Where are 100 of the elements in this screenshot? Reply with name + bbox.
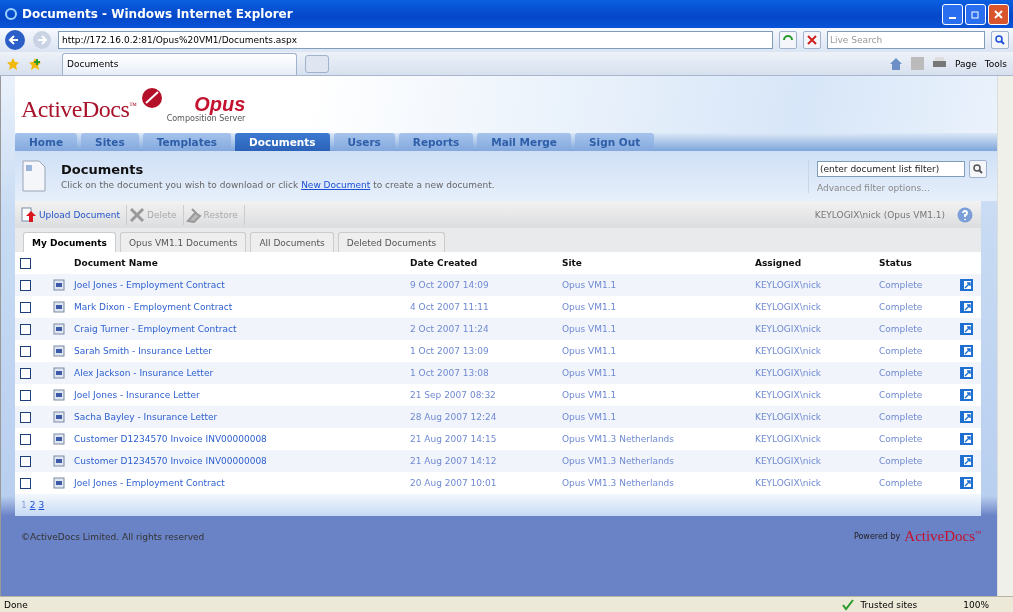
help-icon[interactable]: [957, 206, 973, 223]
open-document-icon[interactable]: [960, 411, 973, 423]
minimize-icon: [949, 17, 956, 19]
scrollbar[interactable]: [997, 76, 1013, 596]
nav-tab[interactable]: Sites: [81, 133, 139, 151]
nav-tab[interactable]: Mail Merge: [477, 133, 571, 151]
document-icon: [53, 389, 65, 401]
date-cell-text: 1 Oct 2007 13:09: [410, 346, 490, 356]
upload-icon: [21, 206, 37, 223]
assigned-cell-text: KEYLOGIX\nick: [755, 478, 823, 488]
command-menu[interactable]: Tools: [984, 58, 1007, 69]
site-cell-text: Opus VM1.3 Netherlands: [562, 478, 675, 488]
nav-tab[interactable]: Sign Out: [575, 133, 655, 151]
document-link[interactable]: Sarah Smith - Insurance Letter: [74, 346, 410, 356]
refresh-button[interactable]: [779, 31, 797, 49]
row-checkbox[interactable]: [20, 455, 31, 467]
zoom-level[interactable]: 100%: [963, 599, 989, 610]
browser-icon: [4, 7, 18, 21]
nav-tab[interactable]: Templates: [142, 133, 232, 151]
assigned-cell-text: KEYLOGIX\nick: [755, 412, 823, 422]
document-link[interactable]: Customer D1234570 Invoice INV00000008: [74, 456, 410, 466]
assigned-cell-text: KEYLOGIX\nick: [755, 324, 823, 334]
document-tab[interactable]: All Documents: [250, 232, 334, 252]
nav-tab[interactable]: Reports: [398, 133, 474, 151]
page-link[interactable]: 2: [29, 500, 36, 510]
document-link[interactable]: Mark Dixon - Employment Contract: [74, 302, 410, 312]
open-document-icon[interactable]: [960, 389, 973, 401]
document-icon: [53, 301, 65, 313]
document-link[interactable]: Joel Jones - Employment Contract: [74, 280, 410, 290]
product-subtitle: Composition Server: [166, 114, 246, 123]
search-button[interactable]: [969, 159, 987, 178]
document-tab[interactable]: Deleted Documents: [337, 232, 446, 252]
open-document-icon[interactable]: [960, 367, 973, 379]
document-link[interactable]: Craig Turner - Employment Contract: [74, 324, 410, 334]
nav-tab[interactable]: Home: [15, 133, 78, 151]
document-link[interactable]: Customer D1234570 Invoice INV00000008: [74, 434, 410, 444]
assigned-cell-text: KEYLOGIX\nick: [755, 302, 823, 312]
open-document-icon[interactable]: [960, 455, 973, 467]
address-field[interactable]: http://172.16.0.2:81/Opus%20VM1/Documents.aspx: [58, 31, 773, 49]
search-field[interactable]: Live Search: [827, 31, 985, 49]
open-document-icon[interactable]: [960, 433, 973, 445]
document-icon: [53, 323, 65, 335]
nav-tab[interactable]: Users: [333, 133, 395, 151]
close-button[interactable]: [988, 3, 1009, 25]
print-icon[interactable]: [932, 57, 948, 70]
filter-field[interactable]: (enter document list filter): [817, 160, 965, 177]
row-checkbox[interactable]: [20, 411, 31, 423]
site-cell-text: Opus VM1.1: [562, 390, 618, 400]
document-link[interactable]: Alex Jackson - Insurance Letter: [74, 368, 410, 378]
open-document-icon[interactable]: [960, 279, 973, 291]
site-cell-text: Opus VM1.3 Netherlands: [562, 456, 675, 466]
document-icon: [53, 367, 65, 379]
row-checkbox[interactable]: [20, 279, 31, 291]
row-checkbox[interactable]: [20, 323, 31, 335]
open-document-icon[interactable]: [960, 301, 973, 313]
browser-tab[interactable]: Documents: [62, 52, 297, 75]
document-tab[interactable]: My Documents: [23, 232, 116, 252]
favorites-star-icon[interactable]: [6, 56, 20, 71]
document-icon: [53, 411, 65, 423]
document-link[interactable]: Joel Jones - Insurance Letter: [74, 390, 410, 400]
open-document-icon[interactable]: [960, 323, 973, 335]
row-checkbox[interactable]: [20, 433, 31, 445]
site-cell-text: Opus VM1.1: [562, 302, 618, 312]
status-cell-text: Complete: [879, 346, 924, 356]
copyright-text: ©ActiveDocs Limited. All rights reserved: [21, 531, 205, 542]
column-header: Assigned: [755, 258, 803, 268]
row-checkbox[interactable]: [20, 301, 31, 313]
status-cell-text: Complete: [879, 412, 924, 422]
status-cell-text: Complete: [879, 434, 924, 444]
command-menu[interactable]: Page: [955, 58, 977, 69]
row-checkbox[interactable]: [20, 367, 31, 379]
search-button[interactable]: [991, 31, 1009, 49]
row-checkbox[interactable]: [20, 389, 31, 401]
date-cell-text: 21 Aug 2007 14:12: [410, 456, 498, 466]
date-cell-text: 21 Aug 2007 14:15: [410, 434, 498, 444]
toolbar-button[interactable]: Upload Document: [19, 204, 128, 225]
back-icon[interactable]: [4, 29, 26, 51]
restore-button[interactable]: [965, 3, 986, 25]
document-icon: [53, 279, 65, 291]
home-icon[interactable]: [889, 56, 904, 71]
advanced-filter-link[interactable]: Advanced filter options...: [817, 182, 987, 193]
row-checkbox[interactable]: [20, 477, 31, 489]
document-link[interactable]: Joel Jones - Employment Contract: [74, 478, 410, 488]
minimize-button[interactable]: [942, 3, 963, 25]
stop-button[interactable]: [803, 31, 821, 49]
document-link[interactable]: Sacha Bayley - Insurance Letter: [74, 412, 410, 422]
column-header: Document Name: [74, 258, 159, 268]
document-tab[interactable]: Opus VM1.1 Documents: [119, 232, 247, 252]
nav-tab[interactable]: Documents: [235, 133, 330, 151]
page-link[interactable]: 3: [38, 500, 45, 510]
new-document-link[interactable]: New Document: [301, 180, 371, 190]
select-all-checkbox[interactable]: [20, 257, 31, 269]
open-document-icon[interactable]: [960, 477, 973, 489]
assigned-cell-text: KEYLOGIX\nick: [755, 456, 823, 466]
site-cell-text: Opus VM1.1: [562, 280, 618, 290]
open-document-icon[interactable]: [960, 345, 973, 357]
add-favorite-icon[interactable]: [28, 56, 42, 71]
row-checkbox[interactable]: [20, 345, 31, 357]
status-cell-text: Complete: [879, 478, 924, 488]
product-name: Opus: [194, 94, 246, 114]
